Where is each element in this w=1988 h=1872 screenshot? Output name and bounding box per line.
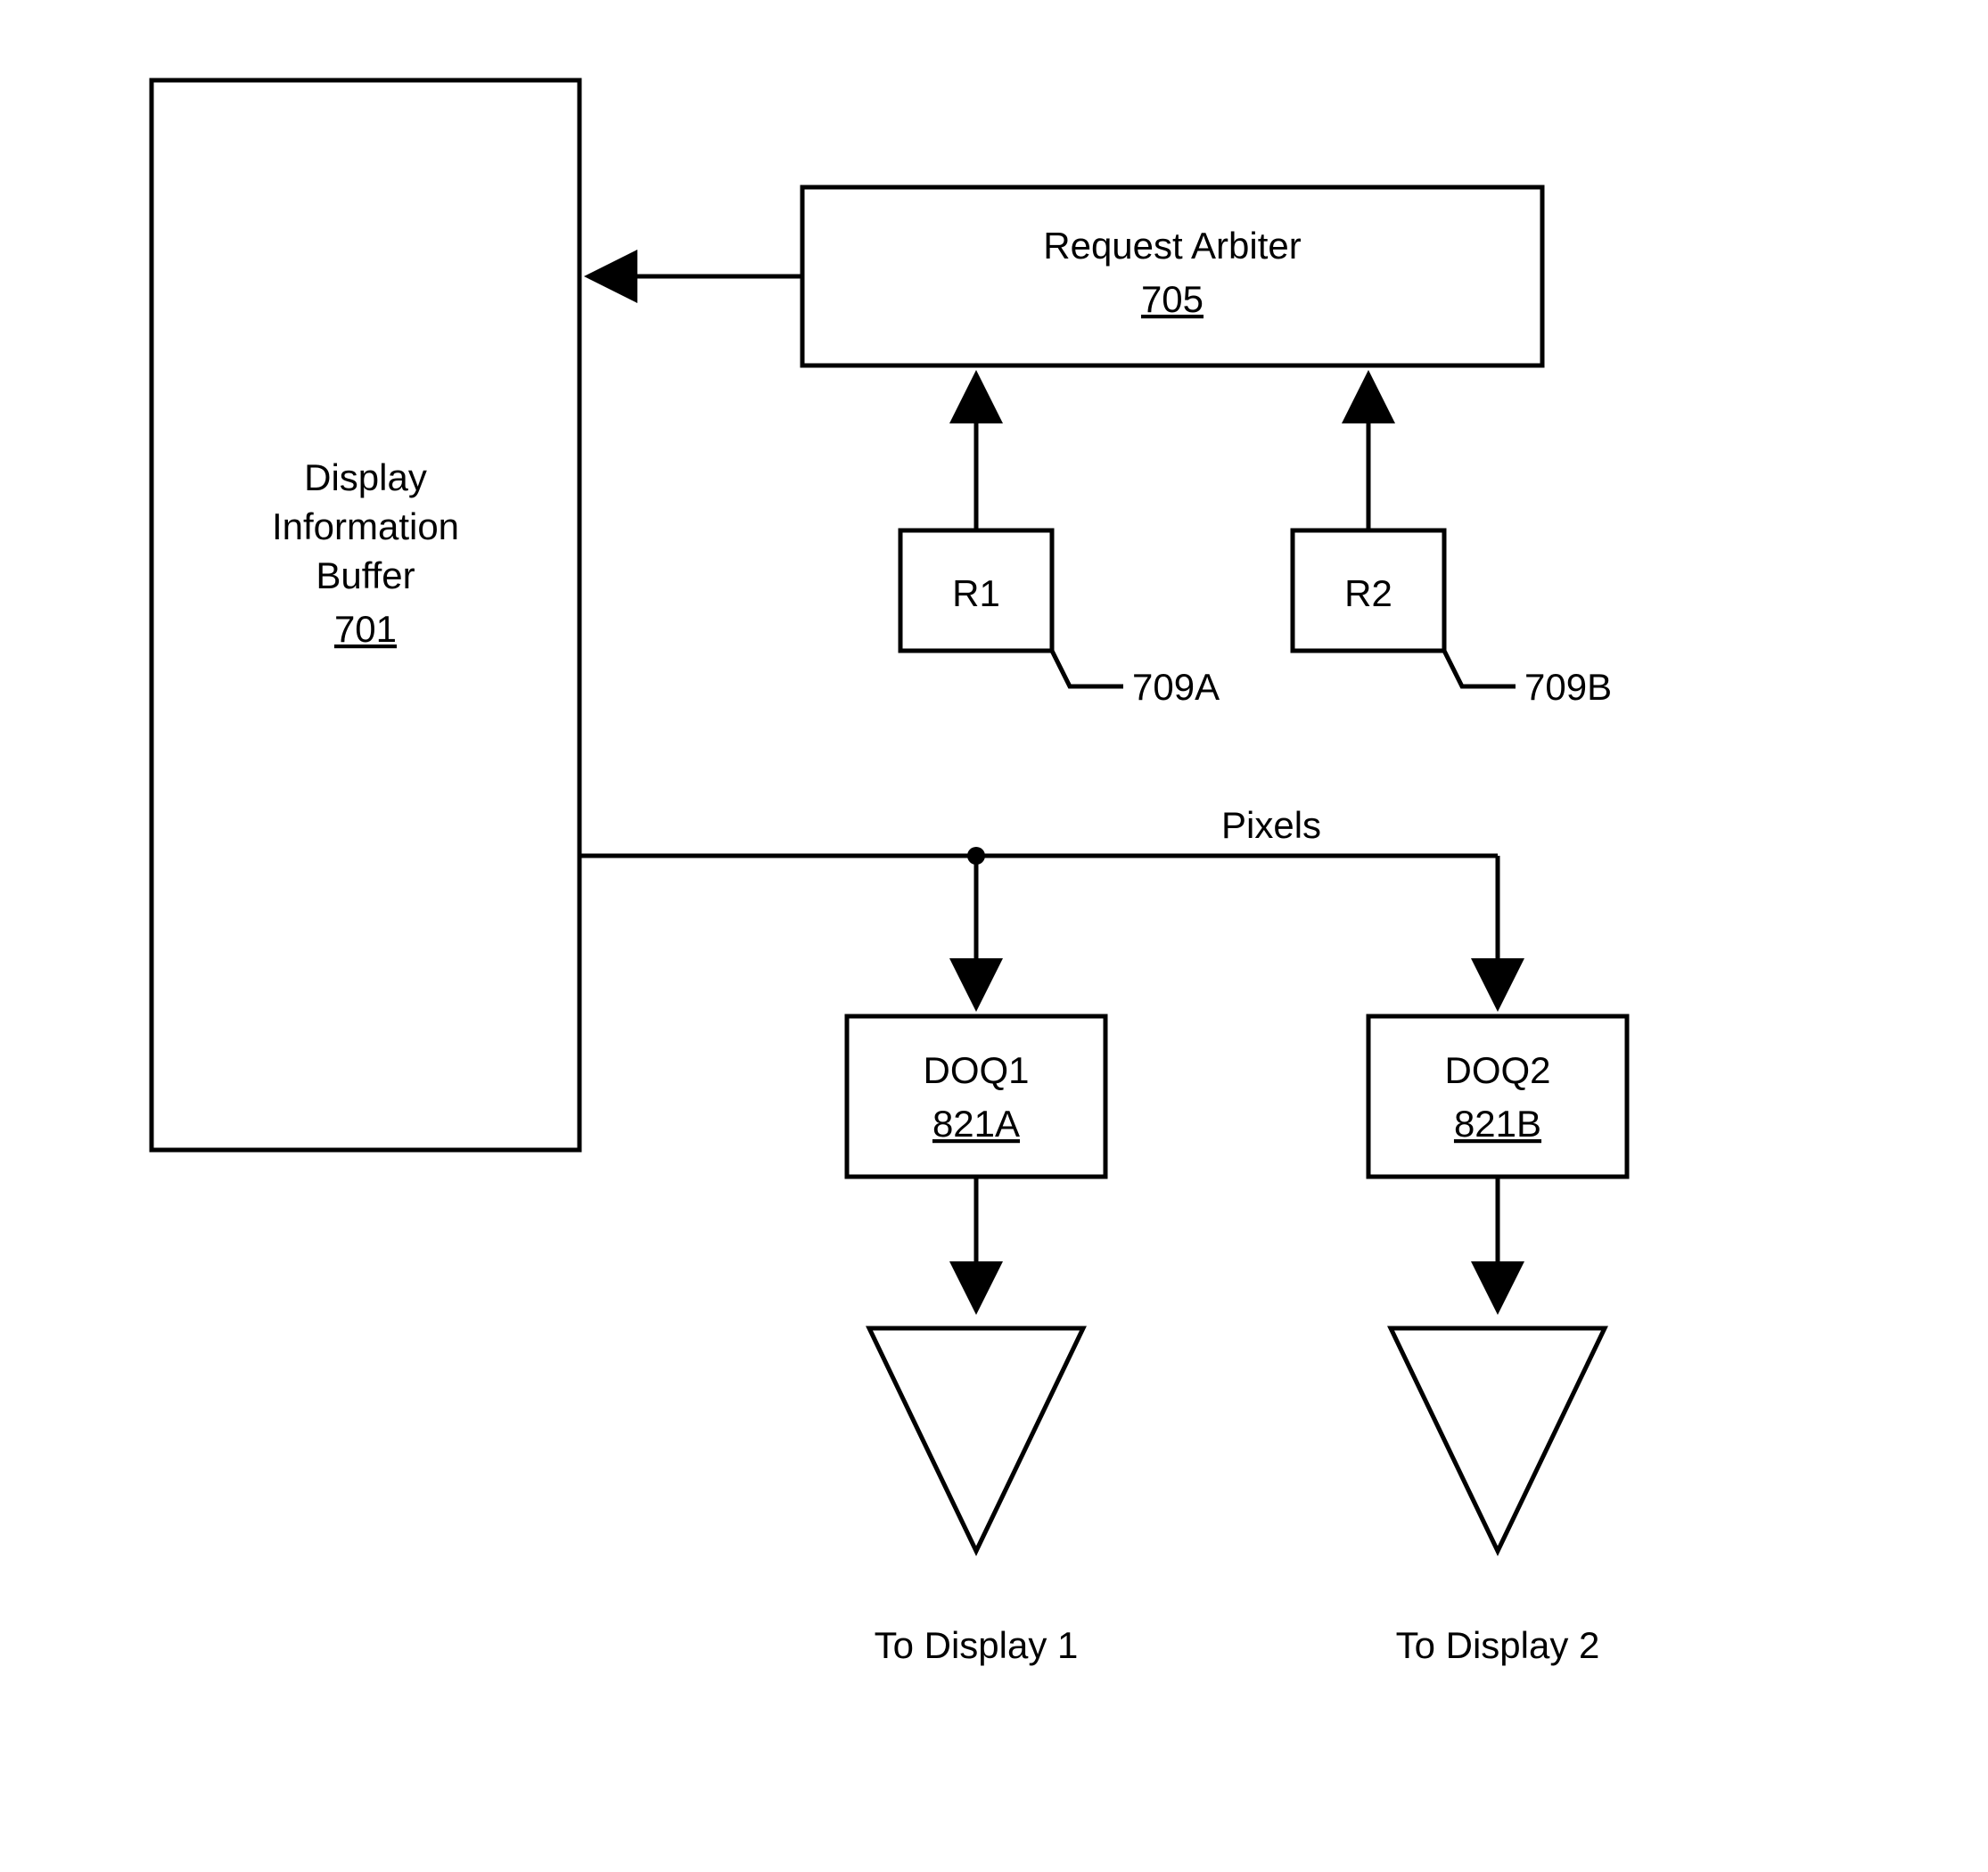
r1-callout-line <box>1052 651 1123 686</box>
doq2-ref: 821B <box>1454 1103 1541 1145</box>
output2-label: To Display 2 <box>1396 1624 1600 1666</box>
doq1-label: DOQ1 <box>923 1049 1029 1091</box>
request-arbiter-block <box>802 187 1542 365</box>
r2-ref: 709B <box>1524 666 1612 708</box>
buffer-ref: 701 <box>334 608 397 650</box>
doq2-label: DOQ2 <box>1444 1049 1550 1091</box>
buffer-title-line3: Buffer <box>316 554 415 596</box>
r2-label: R2 <box>1344 572 1392 614</box>
doq2-block <box>1368 1016 1627 1177</box>
doq1-ref: 821A <box>932 1103 1020 1145</box>
buffer-title-line2: Information <box>272 505 459 547</box>
arbiter-title: Request Arbiter <box>1043 225 1302 267</box>
output1-label: To Display 1 <box>875 1624 1079 1666</box>
r1-ref: 709A <box>1132 666 1220 708</box>
buffer-title-line1: Display <box>304 456 427 498</box>
r1-label: R1 <box>952 572 1000 614</box>
pixels-bus-label: Pixels <box>1221 804 1321 846</box>
driver1-triangle-icon <box>869 1328 1083 1551</box>
driver2-triangle-icon <box>1391 1328 1605 1551</box>
r2-callout-line <box>1444 651 1516 686</box>
doq1-block <box>847 1016 1105 1177</box>
arbiter-ref: 705 <box>1141 278 1203 320</box>
